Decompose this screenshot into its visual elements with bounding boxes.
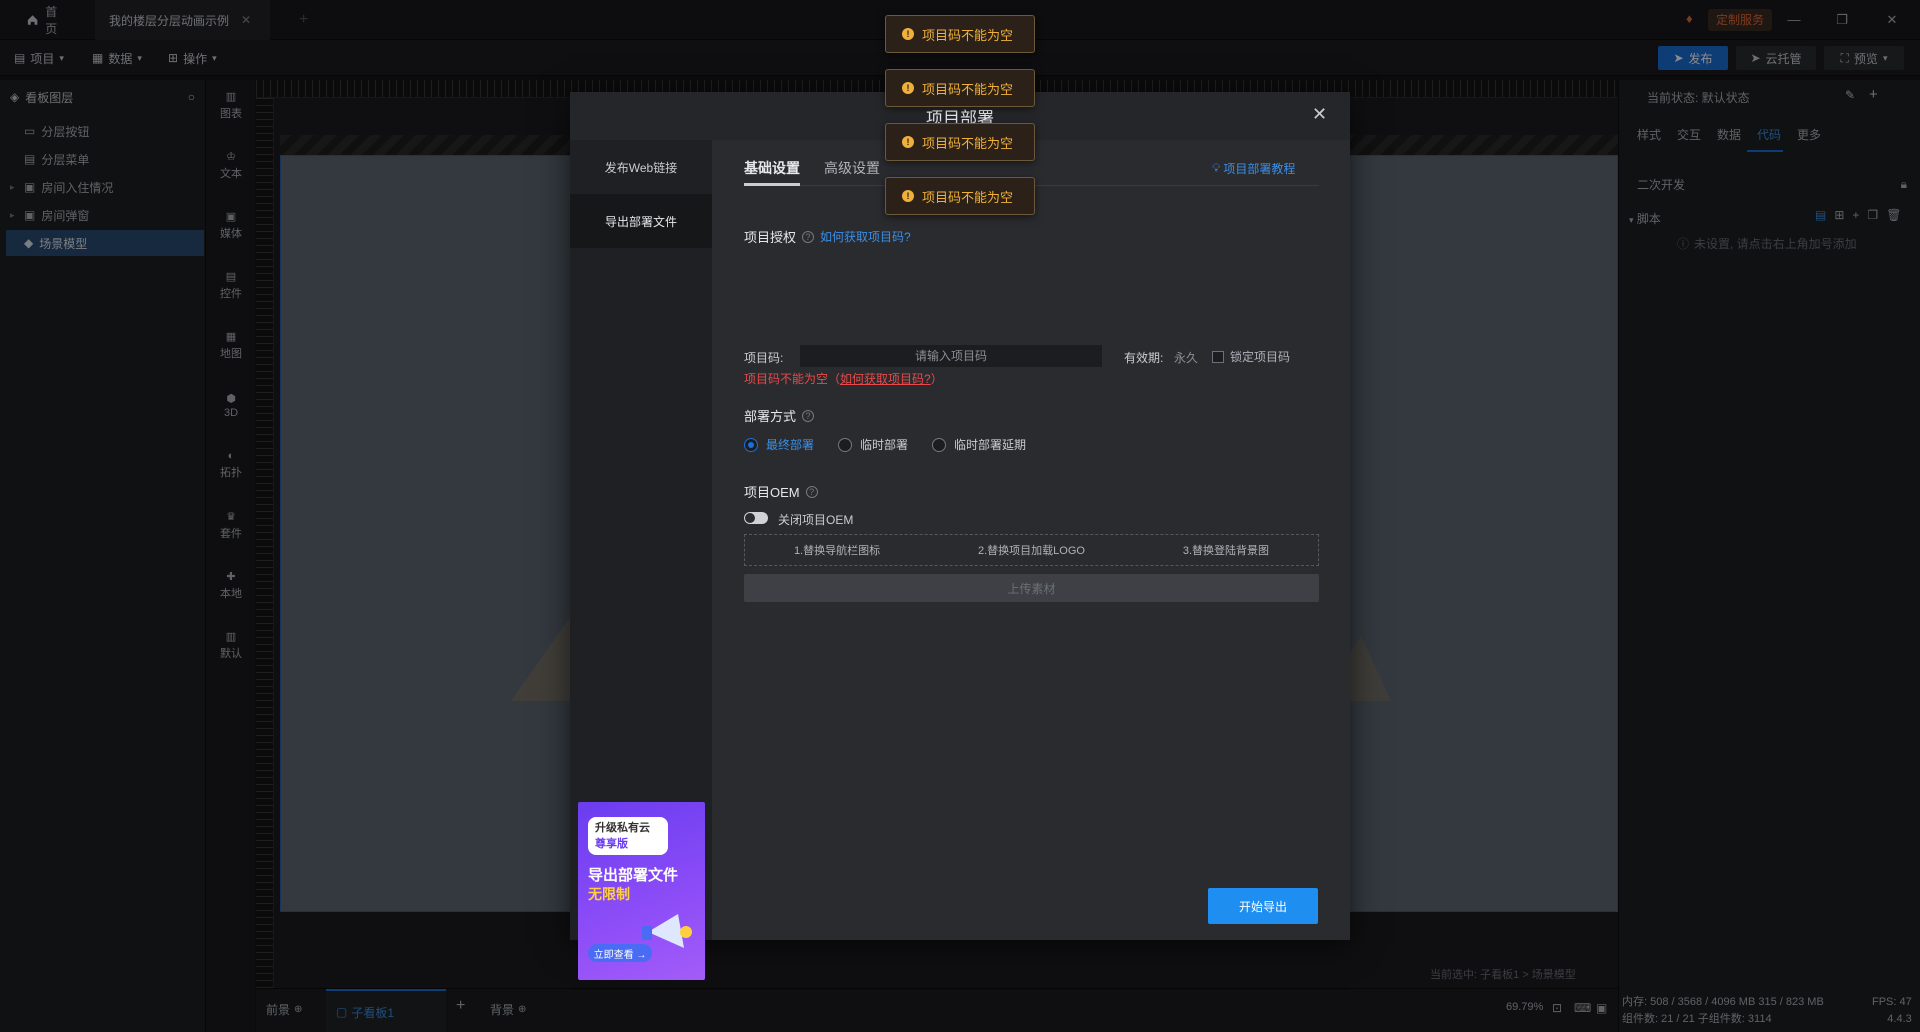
auth-title-label: 项目授权 bbox=[744, 230, 797, 245]
close-icon[interactable]: ✕ bbox=[1312, 104, 1327, 125]
nav-publish-web-link[interactable]: 发布Web链接 bbox=[570, 140, 712, 194]
code-error-message: 项目码不能为空（如何获取项目码?） bbox=[744, 370, 943, 387]
start-export-button[interactable]: 开始导出 bbox=[1208, 888, 1318, 924]
lock-code-label: 锁定项目码 bbox=[1230, 350, 1291, 364]
upload-material-button[interactable]: 上传素材 bbox=[744, 574, 1319, 602]
oem-step: 3.替换登陆背景图 bbox=[1182, 545, 1270, 557]
error-prefix: 项目码不能为空（ bbox=[744, 372, 841, 386]
warning-icon: ! bbox=[902, 190, 914, 202]
validity-label: 有效期: bbox=[1124, 351, 1164, 365]
oem-step: 2.替换项目加载LOGO bbox=[978, 545, 1085, 557]
code-label: 项目码: bbox=[744, 351, 784, 365]
radio-extend-label: 临时部署延期 bbox=[954, 438, 1027, 452]
ad-title: 导出部署文件 bbox=[588, 867, 679, 884]
ad-subtitle: 无限制 bbox=[588, 886, 630, 902]
error-help-link[interactable]: 如何获取项目码? bbox=[840, 372, 931, 386]
oem-toggle-label: 关闭项目OEM bbox=[778, 513, 854, 527]
oem-section-title: 项目OEM ? bbox=[744, 482, 818, 501]
toast-message: 项目码不能为空 bbox=[922, 81, 1014, 97]
warning-toast: ! 项目码不能为空 bbox=[885, 177, 1035, 215]
help-icon[interactable]: ? bbox=[802, 230, 815, 243]
ad-line2: 尊享版 bbox=[595, 838, 628, 850]
project-code-input[interactable] bbox=[800, 345, 1102, 367]
upgrade-ad-banner[interactable]: 升级私有云 尊享版 导出部署文件 无限制 立即查看 → bbox=[578, 802, 705, 980]
tutorial-link-label: 项目部署教程 bbox=[1223, 162, 1296, 176]
toast-message: 项目码不能为空 bbox=[922, 135, 1014, 151]
how-to-get-code-link[interactable]: 如何获取项目码? bbox=[820, 228, 911, 245]
tab-advanced-settings[interactable]: 高级设置 bbox=[824, 158, 880, 178]
warning-toast: ! 项目码不能为空 bbox=[885, 123, 1035, 161]
tab-basic-settings[interactable]: 基础设置 bbox=[744, 158, 800, 178]
warning-icon: ! bbox=[902, 28, 914, 40]
deploy-title-label: 部署方式 bbox=[744, 409, 797, 424]
deploy-section-title: 部署方式 ? bbox=[744, 406, 815, 425]
oem-toggle[interactable] bbox=[744, 512, 768, 524]
nav-export-deploy-files[interactable]: 导出部署文件 bbox=[570, 194, 712, 248]
dialog-body: 基础设置 高级设置 💡︎ 项目部署教程 项目授权 ? 如何获取项目码? 项目码:… bbox=[712, 140, 1350, 940]
active-tab-indicator bbox=[744, 183, 800, 186]
warning-toast: ! 项目码不能为空 bbox=[885, 15, 1035, 53]
checkbox-box[interactable] bbox=[1212, 350, 1224, 363]
radio-dot-selected[interactable] bbox=[744, 437, 758, 452]
radio-temp-extend[interactable]: 临时部署延期 bbox=[932, 436, 1026, 453]
radio-final-label: 最终部署 bbox=[766, 438, 815, 452]
ad-bubble: 升级私有云 尊享版 bbox=[588, 817, 668, 855]
bulb-icon: 💡︎ bbox=[1212, 161, 1221, 175]
help-icon[interactable]: ? bbox=[805, 485, 818, 498]
validity-value: 永久 bbox=[1174, 351, 1199, 365]
radio-temp-deploy[interactable]: 临时部署 bbox=[838, 436, 908, 453]
oem-step: 1.替换导航栏图标 bbox=[793, 545, 881, 557]
help-icon[interactable]: ? bbox=[802, 409, 815, 422]
oem-title-label: 项目OEM bbox=[744, 485, 800, 500]
radio-temp-label: 临时部署 bbox=[860, 438, 909, 452]
warning-icon: ! bbox=[902, 82, 914, 94]
ad-cta-button[interactable]: 立即查看 → bbox=[588, 944, 652, 962]
dialog-nav: 发布Web链接 导出部署文件 升级私有云 尊享版 导出部署文件 无限制 立即查看… bbox=[570, 140, 712, 980]
radio-final-deploy[interactable]: 最终部署 bbox=[744, 436, 814, 453]
deploy-dialog: 项目部署 ✕ 发布Web链接 导出部署文件 升级私有云 尊享版 导出部署文件 无… bbox=[570, 92, 1350, 980]
warning-icon: ! bbox=[902, 136, 914, 148]
radio-dot[interactable] bbox=[932, 437, 946, 452]
tutorial-link[interactable]: 💡︎ 项目部署教程 bbox=[1212, 160, 1295, 177]
warning-toast: ! 项目码不能为空 bbox=[885, 69, 1035, 107]
oem-steps: 1.替换导航栏图标 2.替换项目加载LOGO 3.替换登陆背景图 bbox=[744, 534, 1319, 566]
radio-dot[interactable] bbox=[838, 437, 852, 452]
auth-section-title: 项目授权 ? 如何获取项目码? bbox=[744, 227, 911, 246]
error-suffix: ） bbox=[930, 372, 943, 386]
lock-code-checkbox[interactable]: 锁定项目码 bbox=[1212, 348, 1290, 365]
ad-line1: 升级私有云 bbox=[595, 822, 650, 834]
toast-message: 项目码不能为空 bbox=[922, 189, 1014, 205]
toast-message: 项目码不能为空 bbox=[922, 27, 1014, 43]
